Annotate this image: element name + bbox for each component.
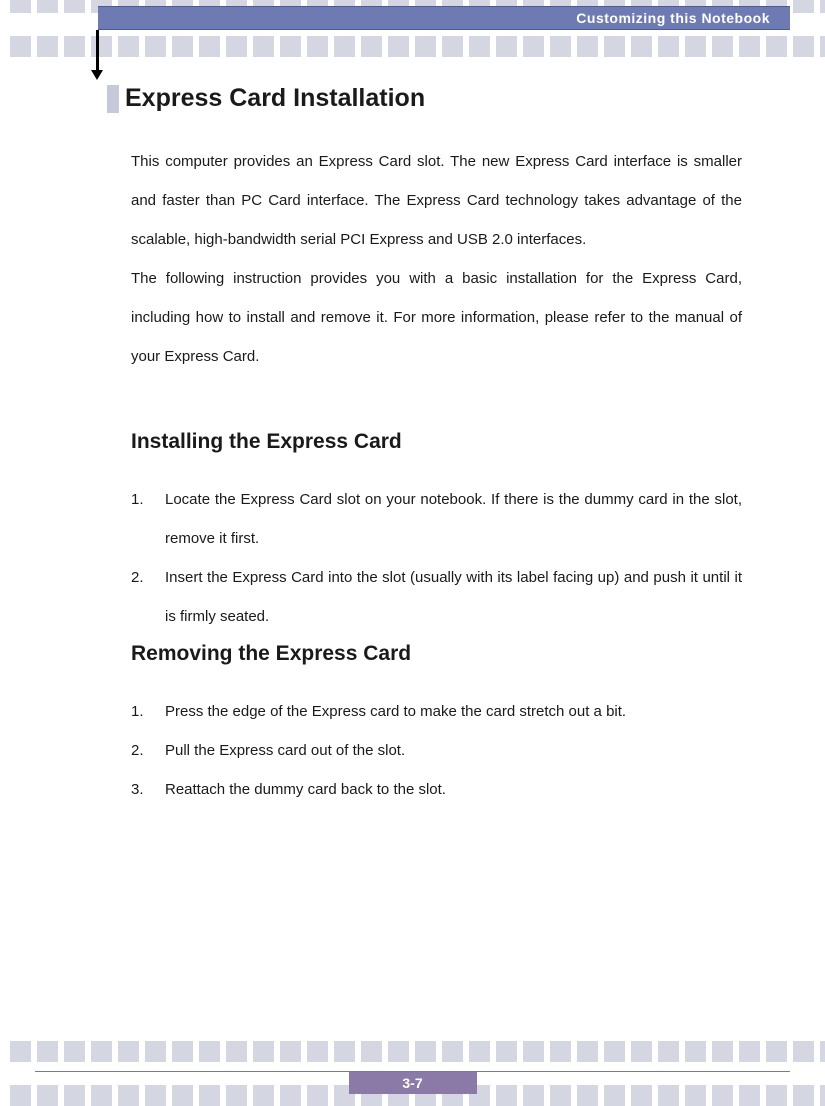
- heading-marker-icon: [107, 85, 119, 113]
- section-heading: Express Card Installation: [125, 84, 425, 113]
- remove-list: 1. Press the edge of the Express card to…: [131, 692, 742, 809]
- list-text: Insert the Express Card into the slot (u…: [165, 558, 742, 636]
- intro-paragraphs: This computer provides an Express Card s…: [131, 142, 742, 376]
- intro-paragraph-b: The following instruction provides you w…: [131, 270, 742, 365]
- list-text: Press the edge of the Express card to ma…: [165, 692, 742, 731]
- list-number: 2.: [131, 731, 165, 770]
- decoration-squares-top-b: [0, 36, 825, 57]
- remove-heading: Removing the Express Card: [131, 642, 411, 666]
- page-number: 3-7: [402, 1075, 422, 1091]
- list-number: 1.: [131, 692, 165, 731]
- list-text: Reattach the dummy card back to the slot…: [165, 770, 742, 809]
- intro-paragraph-a: This computer provides an Express Card s…: [131, 153, 742, 248]
- list-item: 1. Press the edge of the Express card to…: [131, 692, 742, 731]
- arrow-down-head-icon: [91, 70, 103, 80]
- list-number: 2.: [131, 558, 165, 636]
- list-text: Pull the Express card out of the slot.: [165, 731, 742, 770]
- footer-bar: 3-7: [349, 1072, 477, 1094]
- list-item: 2. Pull the Express card out of the slot…: [131, 731, 742, 770]
- arrow-down-icon: [96, 30, 99, 72]
- list-number: 1.: [131, 480, 165, 558]
- header-title: Customizing this Notebook: [576, 10, 770, 26]
- list-number: 3.: [131, 770, 165, 809]
- install-heading: Installing the Express Card: [131, 430, 402, 454]
- list-item: 2. Insert the Express Card into the slot…: [131, 558, 742, 636]
- list-text: Locate the Express Card slot on your not…: [165, 480, 742, 558]
- decoration-squares-bottom-a: [0, 1041, 825, 1062]
- header-bar: Customizing this Notebook: [98, 6, 790, 30]
- install-list: 1. Locate the Express Card slot on your …: [131, 480, 742, 636]
- list-item: 1. Locate the Express Card slot on your …: [131, 480, 742, 558]
- list-item: 3. Reattach the dummy card back to the s…: [131, 770, 742, 809]
- section-heading-wrap: Express Card Installation: [107, 84, 425, 113]
